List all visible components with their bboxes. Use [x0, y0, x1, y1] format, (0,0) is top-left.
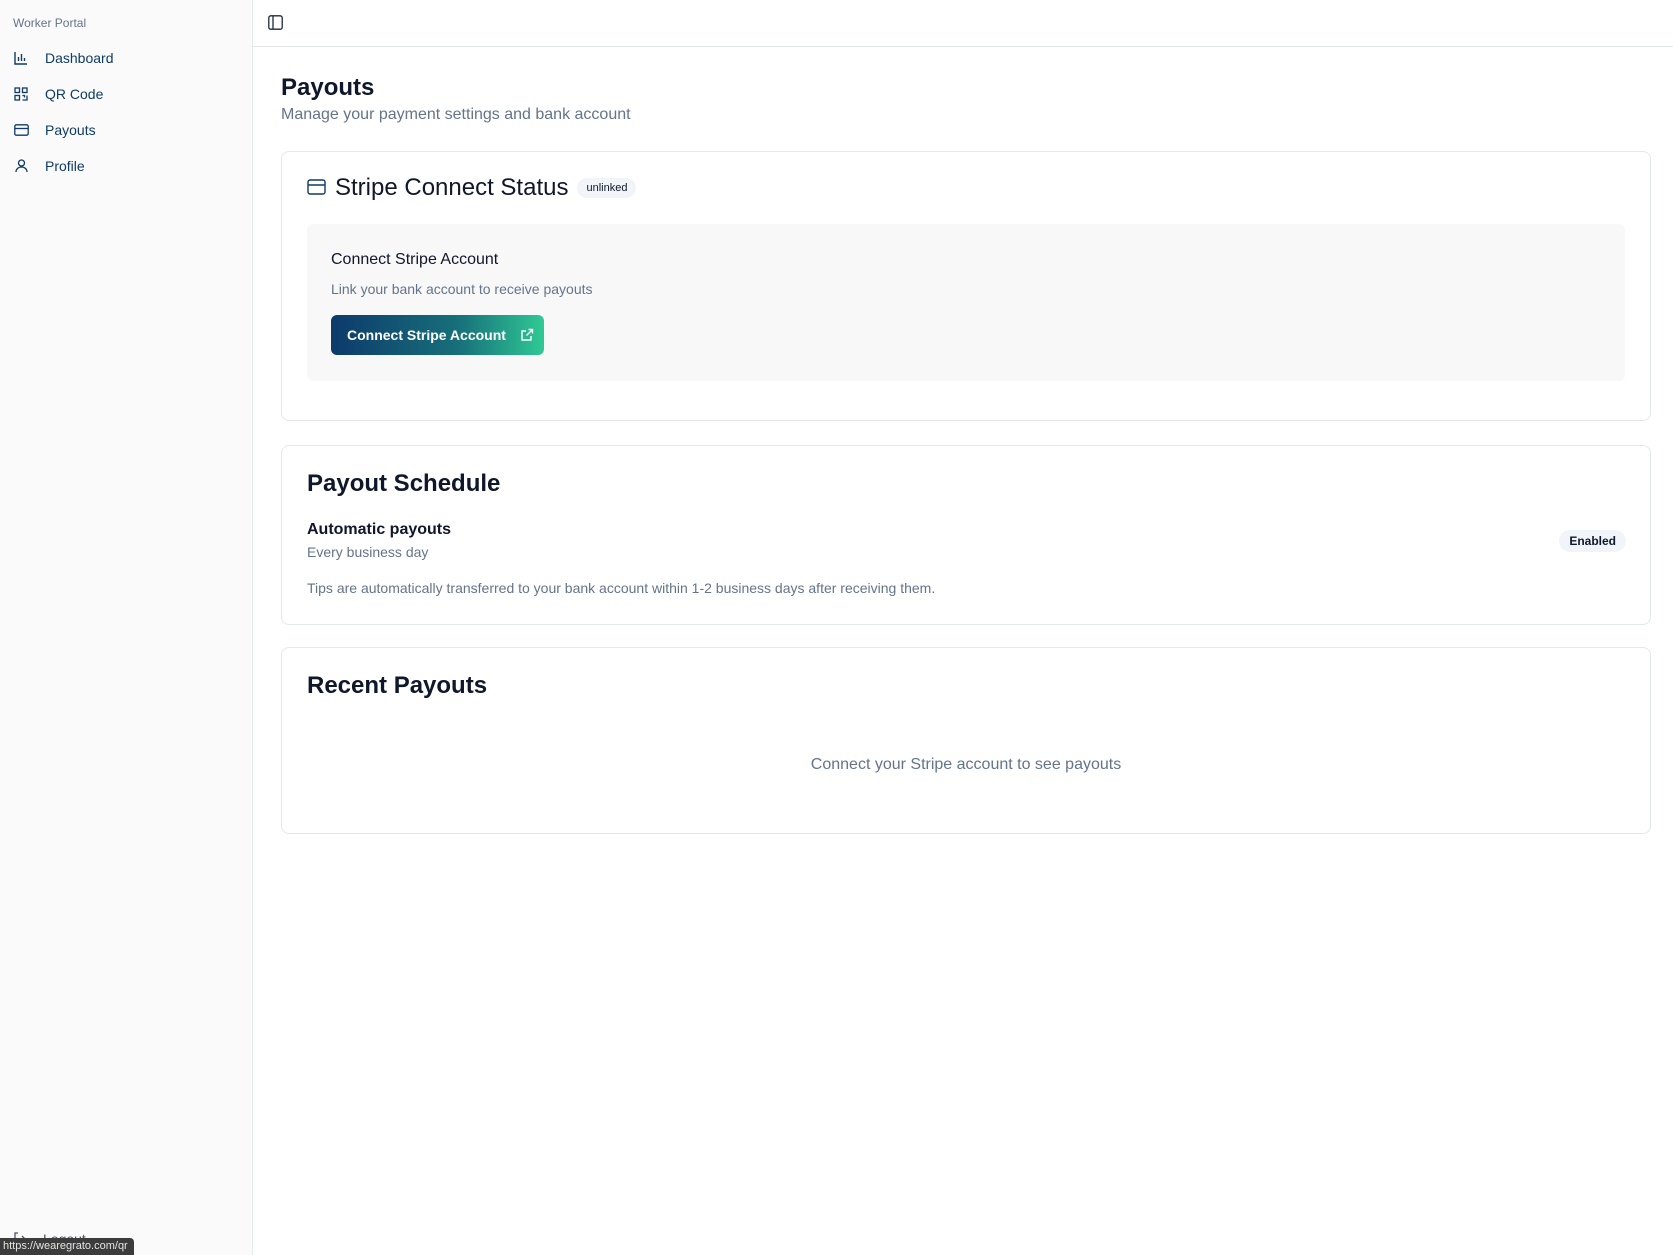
connect-stripe-panel: Connect Stripe Account Link your bank ac…	[307, 224, 1625, 381]
sidebar-item-payouts[interactable]: Payouts	[0, 112, 252, 148]
connect-button-label: Connect Stripe Account	[347, 327, 506, 343]
enabled-badge: Enabled	[1559, 530, 1626, 552]
status-badge: unlinked	[577, 178, 637, 198]
sidebar-item-profile[interactable]: Profile	[0, 148, 252, 184]
connect-stripe-button[interactable]: Connect Stripe Account	[331, 315, 544, 355]
page-subtitle: Manage your payment settings and bank ac…	[281, 106, 631, 123]
app: Worker Portal Dashboard QR Code Payouts	[0, 0, 1673, 1255]
page-title: Payouts	[281, 74, 375, 101]
stripe-card-header: Stripe Connect Status unlinked	[307, 174, 637, 202]
connect-panel-description: Link your bank account to receive payout…	[331, 281, 593, 297]
sidebar-item-qr-code[interactable]: QR Code	[0, 76, 252, 112]
bar-chart-icon	[13, 50, 29, 66]
recent-payouts-empty-state: Connect your Stripe account to see payou…	[810, 756, 1122, 773]
sidebar-group-label: Worker Portal	[13, 16, 87, 30]
automatic-payouts-title: Automatic payouts	[307, 521, 452, 538]
automatic-payouts-frequency: Every business day	[307, 544, 429, 560]
credit-card-icon	[13, 122, 29, 138]
stripe-card-title: Stripe Connect Status	[335, 174, 569, 201]
sidebar-item-label: Payouts	[45, 122, 96, 138]
sidebar-item-dashboard[interactable]: Dashboard	[0, 40, 252, 76]
sidebar-toggle-icon[interactable]	[268, 15, 285, 32]
sidebar-item-label: Profile	[45, 158, 85, 174]
payout-schedule-note: Tips are automatically transferred to yo…	[307, 580, 936, 596]
external-link-icon	[520, 328, 534, 342]
recent-payouts-title: Recent Payouts	[307, 672, 488, 699]
connect-panel-title: Connect Stripe Account	[331, 251, 499, 268]
sidebar-item-label: QR Code	[45, 86, 104, 102]
user-icon	[13, 158, 29, 174]
sidebar-nav: Dashboard QR Code Payouts Profile	[0, 40, 252, 184]
qr-code-icon	[13, 86, 29, 102]
payout-schedule-title: Payout Schedule	[307, 470, 501, 497]
payout-schedule-card: Payout Schedule Automatic payouts Every …	[281, 445, 1651, 625]
sidebar: Worker Portal Dashboard QR Code Payouts	[0, 0, 253, 1255]
sidebar-item-label: Dashboard	[45, 50, 114, 66]
recent-payouts-card: Recent Payouts Connect your Stripe accou…	[281, 647, 1651, 834]
credit-card-icon	[307, 178, 326, 198]
status-bar-url: https://wearegrato.com/qr	[0, 1238, 134, 1255]
stripe-status-card: Stripe Connect Status unlinked Connect S…	[281, 151, 1651, 421]
main-area: Payouts Manage your payment settings and…	[253, 0, 1673, 1255]
top-bar	[253, 0, 1673, 47]
